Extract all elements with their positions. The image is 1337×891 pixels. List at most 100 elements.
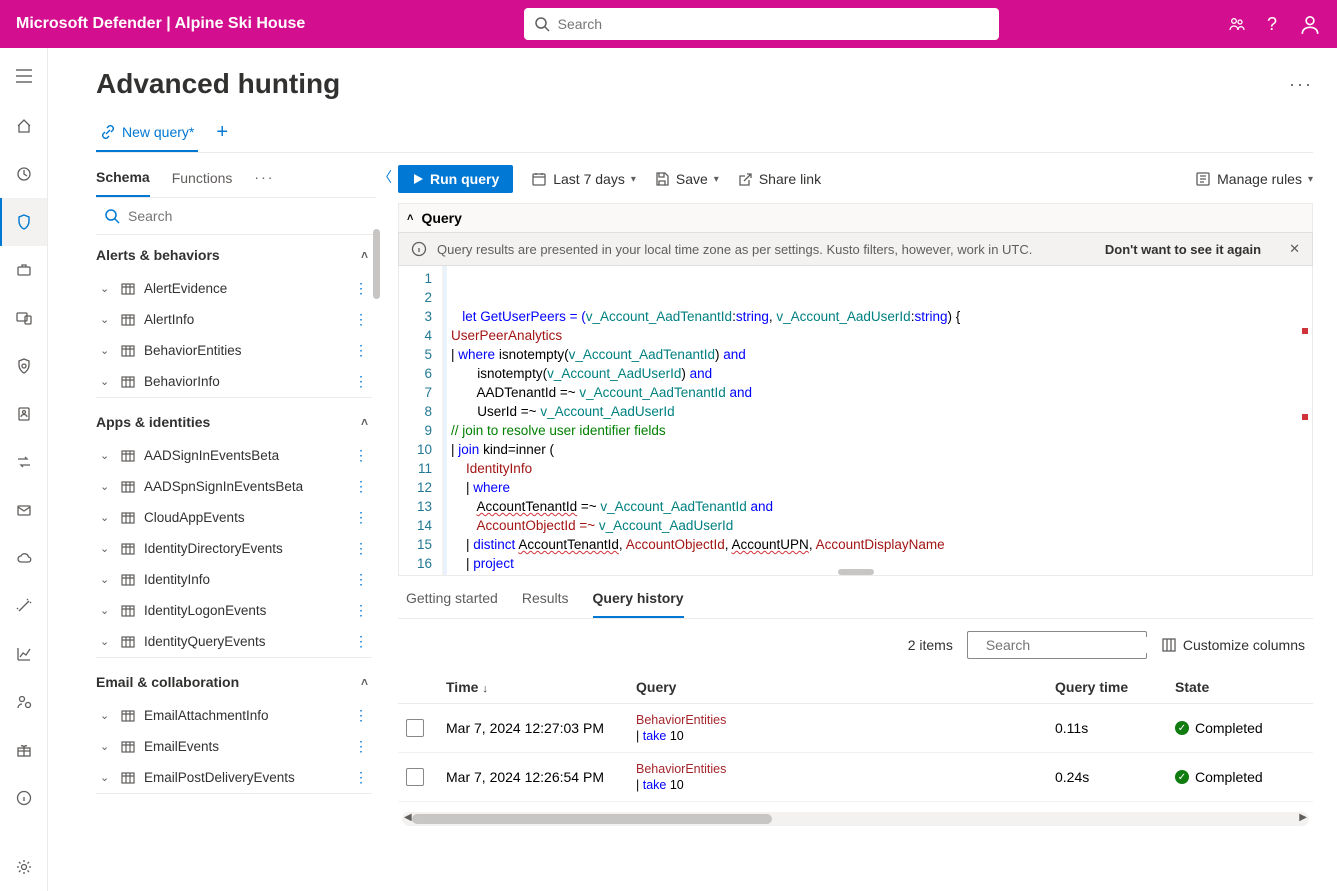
query-section-header[interactable]: ˄ Query <box>398 203 1313 232</box>
row-checkbox[interactable] <box>406 719 424 737</box>
results-search-input[interactable] <box>986 637 1167 653</box>
item-more-icon[interactable]: ⋮ <box>354 373 368 390</box>
item-more-icon[interactable]: ⋮ <box>354 738 368 755</box>
rail-person-doc-icon[interactable] <box>0 390 48 438</box>
item-more-icon[interactable]: ⋮ <box>354 633 368 650</box>
scroll-left-icon[interactable]: ◀ <box>404 812 412 823</box>
table-icon <box>120 603 136 619</box>
schema-table-item[interactable]: ⌄BehaviorEntities⋮ <box>96 335 372 366</box>
schema-group-header[interactable]: Apps & identities˄ <box>96 414 372 440</box>
col-state[interactable]: State <box>1175 679 1305 695</box>
schema-table-item[interactable]: ⌄EmailEvents⋮ <box>96 731 372 762</box>
customize-columns-button[interactable]: Customize columns <box>1161 637 1305 653</box>
schema-table-item[interactable]: ⌄IdentityDirectoryEvents⋮ <box>96 533 372 564</box>
item-more-icon[interactable]: ⋮ <box>354 509 368 526</box>
close-icon[interactable]: ✕ <box>1289 241 1300 257</box>
scroll-right-icon[interactable]: ▶ <box>1299 812 1307 823</box>
success-icon: ✓ <box>1175 770 1189 784</box>
item-more-icon[interactable]: ⋮ <box>354 602 368 619</box>
rail-wand-icon[interactable] <box>0 582 48 630</box>
results-search[interactable] <box>967 631 1147 659</box>
time-range-dropdown[interactable]: Last 7 days ▾ <box>531 171 636 187</box>
table-row[interactable]: Mar 7, 2024 12:27:03 PMBehaviorEntities|… <box>398 704 1313 753</box>
resize-handle-icon[interactable] <box>838 569 874 575</box>
scrollbar-thumb[interactable] <box>373 229 380 299</box>
item-more-icon[interactable]: ⋮ <box>354 571 368 588</box>
rail-settings-icon[interactable] <box>0 843 48 891</box>
schema-table-item[interactable]: ⌄EmailPostDeliveryEvents⋮ <box>96 762 372 793</box>
chevron-down-icon: ⌄ <box>100 511 112 524</box>
schema-table-item[interactable]: ⌄IdentityQueryEvents⋮ <box>96 626 372 657</box>
rail-briefcase-icon[interactable] <box>0 246 48 294</box>
manage-rules-dropdown[interactable]: Manage rules ▾ <box>1195 171 1313 187</box>
tab-results[interactable]: Results <box>522 586 569 618</box>
item-more-icon[interactable]: ⋮ <box>354 311 368 328</box>
global-search[interactable] <box>524 8 999 40</box>
rail-cloud-icon[interactable] <box>0 534 48 582</box>
item-more-icon[interactable]: ⋮ <box>354 769 368 786</box>
query-tab-new[interactable]: New query* <box>96 118 198 152</box>
rail-info-icon[interactable] <box>0 774 48 822</box>
tab-getting-started[interactable]: Getting started <box>406 586 498 618</box>
schema-table-item[interactable]: ⌄CloudAppEvents⋮ <box>96 502 372 533</box>
schema-group-header[interactable]: Alerts & behaviors˄ <box>96 247 372 273</box>
schema-search-input[interactable] <box>128 208 368 224</box>
help-icon[interactable]: ? <box>1267 14 1277 35</box>
collapse-panel-icon[interactable]: 〈 <box>378 167 392 187</box>
dismiss-banner-button[interactable]: Don't want to see it again <box>1105 242 1261 257</box>
col-query[interactable]: Query <box>636 679 1055 695</box>
hamburger-icon[interactable] <box>0 56 48 96</box>
schema-table-item[interactable]: ⌄AADSignInEventsBeta⋮ <box>96 440 372 471</box>
global-search-input[interactable] <box>558 16 989 32</box>
share-label: Share link <box>759 171 821 187</box>
share-link-button[interactable]: Share link <box>737 171 821 187</box>
editor-code[interactable]: let GetUserPeers = (v_Account_AadTenantI… <box>443 266 1312 575</box>
people-icon[interactable] <box>1229 16 1245 32</box>
horizontal-scrollbar[interactable]: ◀▶ <box>402 812 1309 826</box>
schema-search[interactable] <box>96 198 376 235</box>
schema-table-item[interactable]: ⌄AlertInfo⋮ <box>96 304 372 335</box>
account-icon[interactable] <box>1299 13 1321 35</box>
rail-lock-icon[interactable] <box>0 342 48 390</box>
rail-mail-icon[interactable] <box>0 486 48 534</box>
save-dropdown[interactable]: Save ▾ <box>654 171 719 187</box>
scrollbar-thumb[interactable] <box>412 814 772 824</box>
schema-tab-schema[interactable]: Schema <box>96 165 150 197</box>
rail-clock-icon[interactable] <box>0 150 48 198</box>
rail-chart-icon[interactable] <box>0 630 48 678</box>
rail-exchange-icon[interactable] <box>0 438 48 486</box>
item-more-icon[interactable]: ⋮ <box>354 707 368 724</box>
nav-rail <box>0 48 48 891</box>
code-editor[interactable]: 12345678910111213141516 let GetUserPeers… <box>398 266 1313 576</box>
schema-table-item[interactable]: ⌄EmailAttachmentInfo⋮ <box>96 700 372 731</box>
tab-query-history[interactable]: Query history <box>593 586 684 618</box>
item-more-icon[interactable]: ⋮ <box>354 447 368 464</box>
rail-home-icon[interactable] <box>0 102 48 150</box>
query-header-label: Query <box>421 210 461 226</box>
schema-table-item[interactable]: ⌄BehaviorInfo⋮ <box>96 366 372 397</box>
page-more-icon[interactable]: ··· <box>1289 74 1313 95</box>
rail-shield-icon[interactable] <box>0 198 47 246</box>
rail-people-gear-icon[interactable] <box>0 678 48 726</box>
run-query-button[interactable]: Run query <box>398 165 513 193</box>
item-more-icon[interactable]: ⋮ <box>354 280 368 297</box>
schema-table-item[interactable]: ⌄IdentityLogonEvents⋮ <box>96 595 372 626</box>
col-time[interactable]: Time ↓ <box>446 679 636 695</box>
schema-table-item[interactable]: ⌄AlertEvidence⋮ <box>96 273 372 304</box>
table-row[interactable]: Mar 7, 2024 12:26:54 PMBehaviorEntities|… <box>398 753 1313 802</box>
schema-table-item[interactable]: ⌄IdentityInfo⋮ <box>96 564 372 595</box>
main-content: Advanced hunting ··· New query* + 〈 Sche… <box>48 48 1337 891</box>
col-query-time[interactable]: Query time <box>1055 679 1175 695</box>
rail-gift-icon[interactable] <box>0 726 48 774</box>
manage-rules-label: Manage rules <box>1217 171 1302 187</box>
rail-devices-icon[interactable] <box>0 294 48 342</box>
item-more-icon[interactable]: ⋮ <box>354 342 368 359</box>
add-tab-icon[interactable]: + <box>216 121 228 150</box>
schema-group-header[interactable]: Email & collaboration˄ <box>96 674 372 700</box>
item-more-icon[interactable]: ⋮ <box>354 540 368 557</box>
schema-tabs-more-icon[interactable]: ··· <box>254 169 274 193</box>
item-more-icon[interactable]: ⋮ <box>354 478 368 495</box>
schema-table-item[interactable]: ⌄AADSpnSignInEventsBeta⋮ <box>96 471 372 502</box>
schema-tab-functions[interactable]: Functions <box>172 166 233 196</box>
row-checkbox[interactable] <box>406 768 424 786</box>
